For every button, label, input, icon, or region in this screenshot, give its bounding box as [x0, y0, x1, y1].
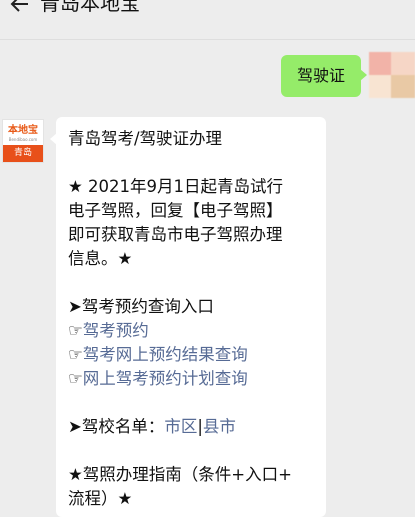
link-booking-plan[interactable]: 网上驾考预约计划查询: [83, 369, 248, 388]
link-exam-booking[interactable]: 驾考预约: [83, 321, 149, 340]
pointing-hand-icon: ☞: [68, 369, 83, 388]
school-list-label: ➤驾校名单：: [68, 417, 165, 436]
bubble-tail: [50, 133, 57, 145]
avatar-city-label: 青岛: [3, 145, 43, 162]
chat-title: 青岛本地宝: [40, 0, 140, 15]
guide-line: ★驾照办理指南（条件+入口+: [68, 465, 292, 484]
notice-line: 电子驾照，回复【电子驾照】: [68, 201, 283, 220]
pointing-hand-icon: ☞: [68, 321, 83, 340]
avatar-brand-logo: 本地宝: [8, 125, 38, 136]
message-heading: 青岛驾考/驾驶证办理: [68, 129, 223, 148]
section-title: ➤驾考预约查询入口: [68, 297, 214, 316]
bot-avatar[interactable]: 本地宝 Bendibao.com 青岛: [2, 119, 44, 163]
header-divider: [0, 39, 415, 40]
back-arrow-icon[interactable]: [8, 0, 32, 16]
notice-line: 信息。★: [68, 249, 133, 268]
link-school-urban[interactable]: 市区: [164, 417, 197, 436]
avatar-brand-sub: Bendibao.com: [8, 137, 38, 142]
user-avatar[interactable]: [369, 52, 415, 98]
link-booking-result[interactable]: 驾考网上预约结果查询: [83, 345, 248, 364]
incoming-message-bubble: 青岛驾考/驾驶证办理 ★ 2021年9月1日起青岛试行 电子驾照，回复【电子驾照…: [50, 117, 326, 517]
notice-line: 即可获取青岛市电子驾照办理: [68, 225, 283, 244]
guide-line: 流程）★: [68, 489, 133, 508]
bubble-tail: [360, 69, 367, 81]
notice-line: ★ 2021年9月1日起青岛试行: [68, 177, 284, 196]
top-bar: 青岛本地宝: [0, 0, 415, 40]
outgoing-message-text: 驾驶证: [296, 66, 345, 85]
link-school-county[interactable]: 县市: [203, 417, 236, 436]
pointing-hand-icon: ☞: [68, 345, 83, 364]
outgoing-message-bubble[interactable]: 驾驶证: [281, 55, 367, 97]
